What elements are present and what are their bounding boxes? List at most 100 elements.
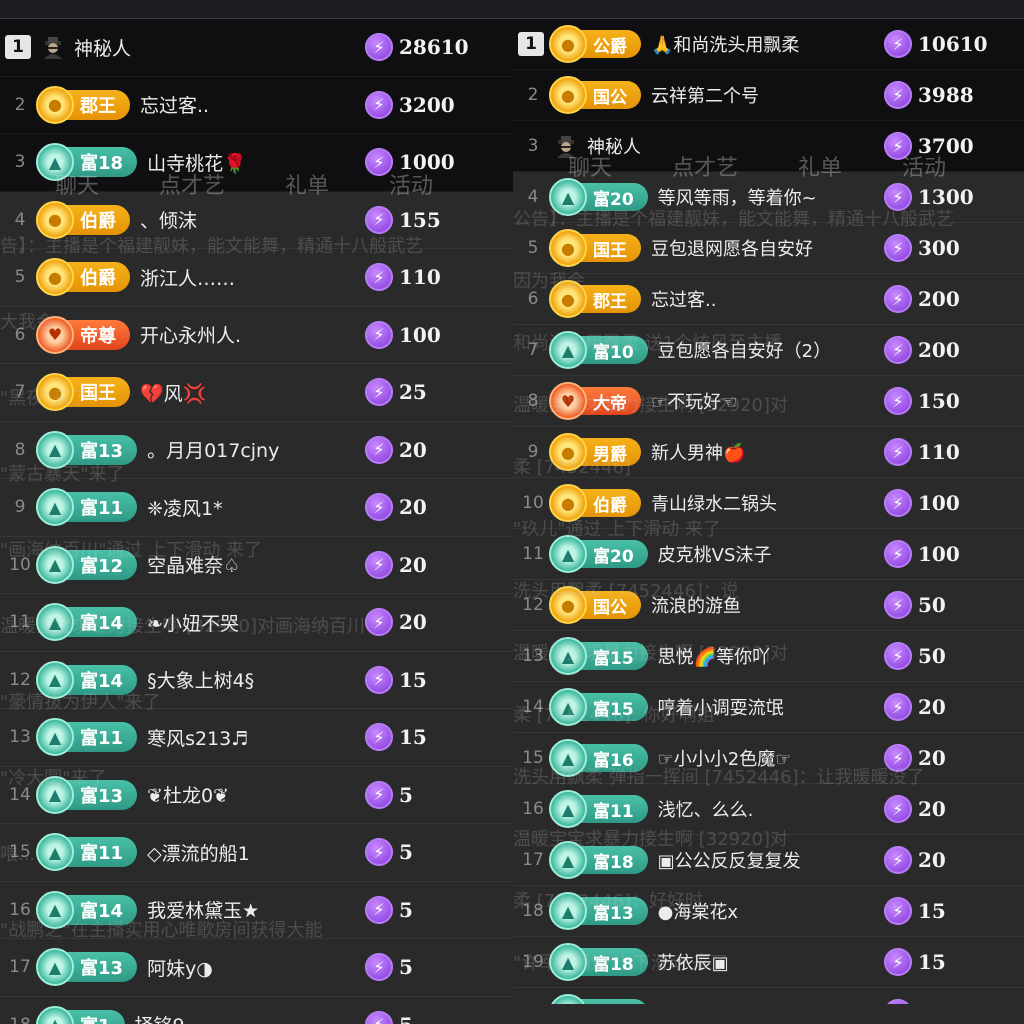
ranking-row[interactable]: 14 ▲ 富15 哼着小调耍流氓 ⚡ 20 <box>513 682 1024 733</box>
level-badge: ▲ 富13 <box>36 430 138 469</box>
username: ◇漂流的船1 <box>147 842 250 865</box>
background-tab: 活动 <box>389 174 434 199</box>
username: 💔风💢 <box>140 382 207 405</box>
contribution-score: ⚡15 <box>365 665 513 694</box>
lightning-icon: ⚡ <box>884 183 912 211</box>
ranking-row[interactable]: 6 ● 郡王 忘过客.. ⚡ 200 <box>513 274 1024 325</box>
score-value: 15 <box>918 1001 946 1004</box>
ranking-row[interactable]: 17 ▲ 富13 阿妹y◑ ⚡ 5 <box>0 939 513 997</box>
badge-label: 郡王 <box>80 95 116 117</box>
score-value: 3200 <box>399 92 455 117</box>
badge-emblem-icon: ♥ <box>36 315 74 354</box>
rank-number: 10 <box>9 554 31 575</box>
ranking-row[interactable]: 7 ▲ 富10 豆包愿各自安好（2） ⚡ 200 <box>513 325 1024 376</box>
ranking-row[interactable]: 2 ● 郡王 忘过客.. ⚡ 3200 <box>0 76 513 134</box>
ranking-row[interactable]: 6 ♥ 帝尊 开心永州人. ⚡ 100 <box>0 307 513 364</box>
ranking-row[interactable]: 13 ▲ 富11 寒风s213♬ ⚡ 15 <box>0 709 513 767</box>
rank-number: 10 <box>522 493 544 513</box>
contribution-score: ⚡ 50 <box>884 642 1024 670</box>
lightning-icon: ⚡ <box>365 90 393 119</box>
level-badge: ▲ 富11 <box>36 488 138 527</box>
level-badge: ● 郡王 <box>549 280 641 318</box>
ranking-row[interactable]: 8 ♥ 大帝 ☞不玩好☜ ⚡ 150 <box>513 376 1024 427</box>
badge-emblem-icon: ● <box>549 484 587 522</box>
contribution-score: ⚡ 20 <box>884 744 1024 772</box>
level-badge: ▲ 富10 <box>549 331 648 369</box>
lightning-icon: ⚡ <box>884 438 912 466</box>
ranking-row[interactable]: 12 ● 国公 流浪的游鱼 ⚡ 50 <box>513 580 1024 631</box>
ranking-row[interactable]: 2 ● 国公 云祥第二个号 ⚡ 3988 <box>513 70 1024 121</box>
level-badge: ▲ 富14 <box>36 603 138 642</box>
badge-label: 伯爵 <box>80 210 116 232</box>
contribution-score: ⚡ 20 <box>365 550 513 579</box>
background-tab: 点才艺 <box>159 174 226 199</box>
ranking-row[interactable]: 11 ▲ 富20 皮克桃VS沫子 ⚡ 100 <box>513 529 1024 580</box>
score-value: 20 <box>918 848 946 872</box>
ranking-row[interactable]: 15 ▲ 富11 ◇漂流的船1 ⚡ 5 <box>0 824 513 882</box>
level-badge: ♥ 帝尊 <box>36 315 130 354</box>
username: 开心永州人. <box>140 325 242 348</box>
badge-label: 富13 <box>593 903 634 924</box>
contribution-score: ⚡ 10610 <box>884 30 1024 58</box>
ranking-row[interactable]: 12 ▲ 富14 §大象上树4§ ⚡ 15 <box>0 652 513 709</box>
score-value: 28610 <box>399 35 469 60</box>
contribution-score: ⚡ 100 <box>365 320 513 349</box>
username: 忘过客.. <box>651 290 717 311</box>
score-value: 15 <box>399 725 427 750</box>
score-value: 25 <box>399 380 427 405</box>
username: 云祥第二个号 <box>651 86 759 107</box>
badge-label: 富11 <box>80 498 124 520</box>
badge-label: 富14 <box>80 613 124 635</box>
badge-emblem-icon: ▲ <box>549 739 587 777</box>
ranking-row[interactable]: 9 ● 男爵 新人男神🍎 ⚡ 110 <box>513 427 1024 478</box>
level-badge: ▲ 富18 <box>549 841 648 879</box>
ranking-row[interactable]: 1 神秘人 ⚡ 28610 <box>0 19 513 77</box>
ranking-row[interactable]: 19 ▲ 富18 苏依辰▣ ⚡ 15 <box>513 937 1024 988</box>
lightning-icon: ⚡ <box>884 795 912 823</box>
ranking-row[interactable]: 18▲富1择铭9⚡5 <box>0 997 513 1024</box>
score-value: 110 <box>399 265 441 290</box>
ranking-row[interactable]: 20▲ 富14 许军!☎⚡ 15 <box>513 988 1024 1004</box>
badge-emblem-icon: ▲ <box>36 1005 74 1024</box>
badge-emblem-icon: ● <box>549 229 587 267</box>
ranking-row[interactable]: 1 ● 公爵 🙏和尚洗头用飘柔 ⚡ 10610 <box>513 19 1024 70</box>
ranking-row[interactable]: 11 ▲ 富14 ❧小妞不哭 ⚡ 20 <box>0 594 513 652</box>
ranking-row[interactable]: 16 ▲ 富11 浅忆、么么. ⚡ 20 <box>513 784 1024 835</box>
badge-emblem-icon: ▲ <box>549 178 587 216</box>
ranking-row[interactable]: 16 ▲ 富14 我爱林黛玉★ ⚡ 5 <box>0 882 513 939</box>
ranking-row[interactable]: 4 ● 伯爵 、倾沫 ⚡ 155 <box>0 192 513 249</box>
badge-emblem-icon: ● <box>549 280 587 318</box>
badge-label: 公爵 <box>593 36 627 57</box>
ranking-row[interactable]: 13 ▲ 富15 思悦🌈等你吖 ⚡ 50 <box>513 631 1024 682</box>
score-value: 10610 <box>918 32 988 56</box>
score-value: 20 <box>399 610 427 635</box>
username: 皮克桃VS沫子 <box>657 545 772 566</box>
score-value: 100 <box>918 491 960 515</box>
background-tab-bar: 聊天 点才艺 礼单 活动 <box>55 168 433 200</box>
badge-emblem-icon: ● <box>36 200 74 239</box>
ranking-row[interactable]: 5 ● 国王 豆包退网愿各自安好 ⚡ 300 <box>513 223 1024 274</box>
ranking-row[interactable]: 17 ▲ 富18 ▣公公反反复复发 ⚡ 20 <box>513 835 1024 886</box>
lightning-icon: ⚡ <box>365 838 393 867</box>
ranking-row[interactable]: 10 ▲ 富12 空晶难奈♤ ⚡ 20 <box>0 537 513 594</box>
badge-emblem-icon: ▲ <box>549 790 587 828</box>
ranking-row[interactable]: 18 ▲ 富13 ●海棠花x ⚡ 15 <box>513 886 1024 937</box>
score-value: 5 <box>399 897 413 922</box>
badge-emblem-icon: ▲ <box>549 637 587 675</box>
ranking-row[interactable]: 14 ▲ 富13 ❦杜龙0❦ ⚡ 5 <box>0 767 513 824</box>
badge-emblem-icon: ● <box>549 586 587 624</box>
ranking-row[interactable]: 9 ▲ 富11 ❈凌风1* ⚡ 20 <box>0 479 513 537</box>
badge-emblem-icon: ▲ <box>549 994 587 1004</box>
ranking-row[interactable]: 5 ● 伯爵 浙江人…… ⚡ 110 <box>0 249 513 307</box>
contribution-score: ⚡ 20 <box>365 608 513 637</box>
rank-number: 6 <box>527 289 539 309</box>
badge-emblem-icon: ▲ <box>36 488 74 527</box>
ranking-row[interactable]: 7 ● 国王 💔风💢 ⚡ 25 <box>0 364 513 422</box>
username: 许军!☎ <box>658 1000 884 1004</box>
ranking-row[interactable]: 10 ● 伯爵 青山绿水二锅头 ⚡ 100 <box>513 478 1024 529</box>
ranking-row[interactable]: 15 ▲ 富16 ☞小小小2色魔☞ ⚡ 20 <box>513 733 1024 784</box>
rank-number: 19 <box>522 952 544 972</box>
badge-emblem-icon: ▲ <box>549 943 587 981</box>
ranking-row[interactable]: 8 ▲ 富13 。月月017cjny ⚡ 20 <box>0 422 513 479</box>
rank-number: 3 <box>14 152 26 173</box>
